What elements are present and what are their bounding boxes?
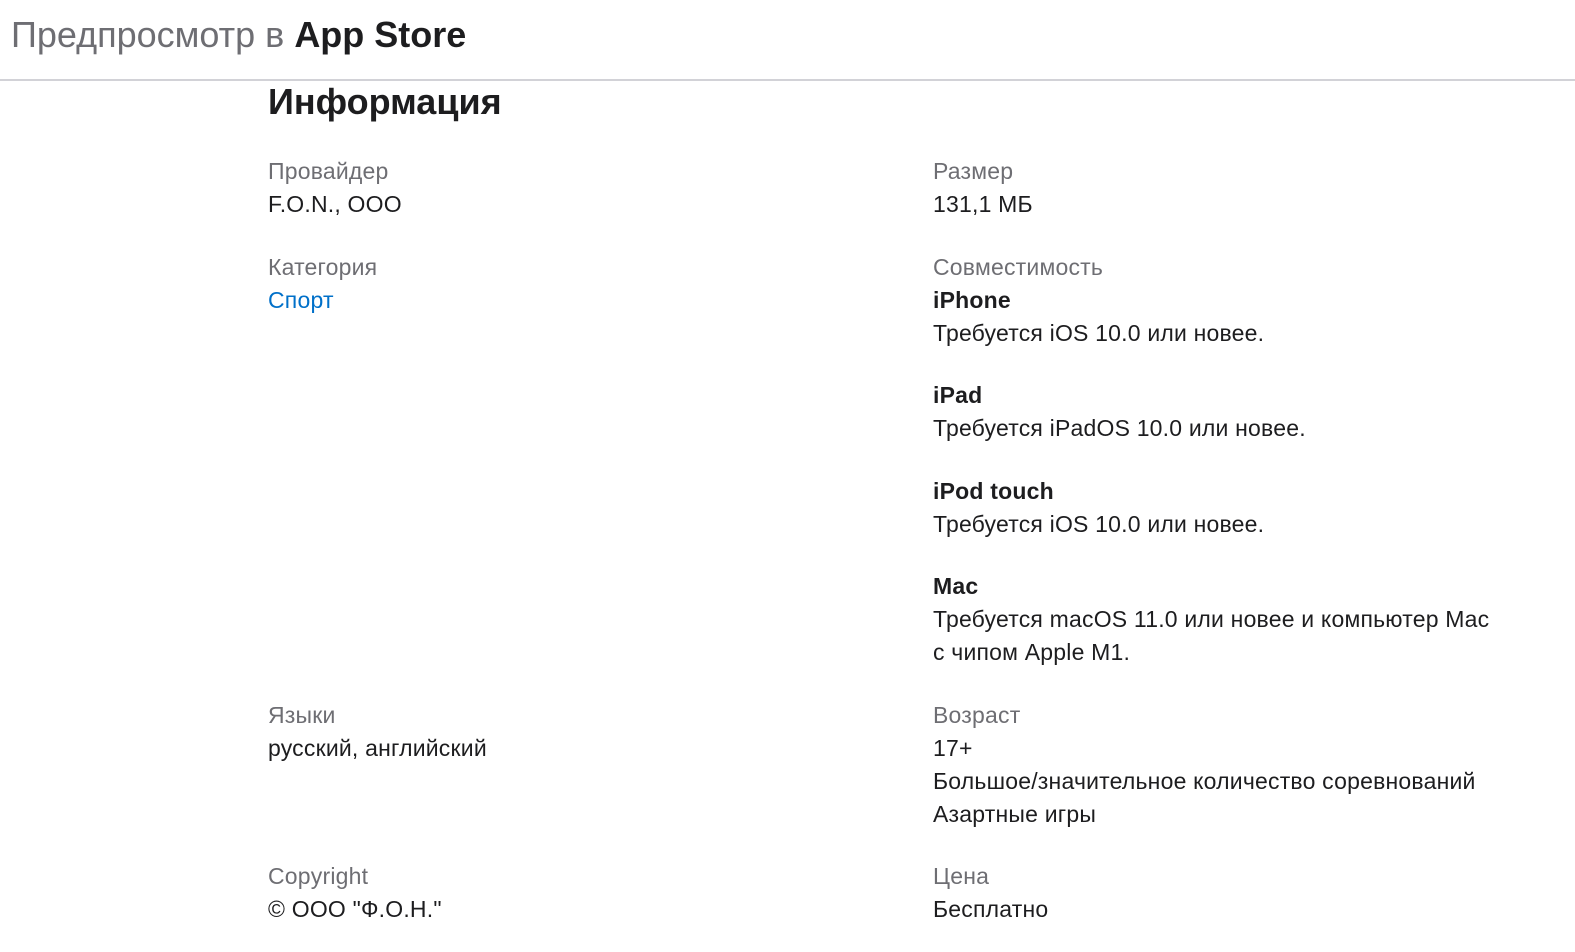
provider-item: Провайдер F.O.N., ООО <box>268 155 888 221</box>
device-name: iPad <box>933 382 983 408</box>
compat-device-mac: Mac Требуется macOS 11.0 или новее и ком… <box>933 570 1553 669</box>
age-rating: 17+ <box>933 735 973 761</box>
compatibility-item: Совместимость <box>933 251 1553 284</box>
copyright-value: © ООО "Ф.О.Н." <box>268 896 442 922</box>
category-item: Категория Спорт <box>268 251 888 317</box>
category-label: Категория <box>268 254 378 280</box>
age-item: Возраст 17+ Большое/значительное количес… <box>933 699 1553 831</box>
section-title: Информация <box>268 81 502 122</box>
device-name: iPod touch <box>933 478 1054 504</box>
app-store-preview-header: Предпросмотр в App Store <box>0 0 1575 81</box>
languages-value: русский, английский <box>268 735 487 761</box>
size-label: Размер <box>933 158 1014 184</box>
device-requirement: Требуется iPadOS 10.0 или новее. <box>933 415 1306 441</box>
header-title: Предпросмотр в App Store <box>11 14 466 56</box>
copyright-item: Copyright © ООО "Ф.О.Н." <box>268 860 888 926</box>
price-label: Цена <box>933 863 990 889</box>
header-prefix: Предпросмотр в <box>11 14 285 55</box>
size-value: 131,1 МБ <box>933 191 1033 217</box>
device-requirement-line2: с чипом Apple M1. <box>933 639 1131 665</box>
compat-device-ipad: iPad Требуется iPadOS 10.0 или новее. <box>933 379 1553 445</box>
provider-label: Провайдер <box>268 158 389 184</box>
device-name: Mac <box>933 573 979 599</box>
size-item: Размер 131,1 МБ <box>933 155 1553 221</box>
device-requirement: Требуется macOS 11.0 или новее и компьют… <box>933 606 1490 632</box>
age-label: Возраст <box>933 702 1021 728</box>
compatibility-label: Совместимость <box>933 254 1104 280</box>
provider-value: F.O.N., ООО <box>268 191 402 217</box>
price-item: Цена Бесплатно <box>933 860 1553 926</box>
device-name: iPhone <box>933 287 1011 313</box>
compat-device-iphone: iPhone Требуется iOS 10.0 или новее. <box>933 284 1553 350</box>
header-brand: App Store <box>294 14 467 55</box>
device-requirement: Требуется iOS 10.0 или новее. <box>933 511 1265 537</box>
device-requirement: Требуется iOS 10.0 или новее. <box>933 320 1265 346</box>
category-link[interactable]: Спорт <box>268 284 888 317</box>
compat-device-ipod-touch: iPod touch Требуется iOS 10.0 или новее. <box>933 475 1553 541</box>
copyright-label: Copyright <box>268 863 369 889</box>
languages-label: Языки <box>268 702 336 728</box>
age-detail: Большое/значительное количество соревнов… <box>933 768 1476 794</box>
languages-item: Языки русский, английский <box>268 699 888 765</box>
price-value: Бесплатно <box>933 896 1049 922</box>
age-detail: Азартные игры <box>933 801 1097 827</box>
